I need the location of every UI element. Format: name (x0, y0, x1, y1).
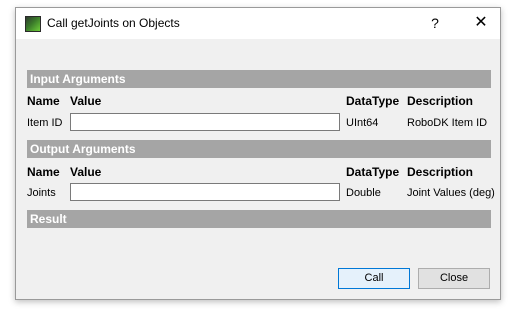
input-col-datatype: DataType (346, 94, 400, 108)
input-arg-datatype: UInt64 (346, 117, 379, 129)
output-col-description: Description (407, 165, 474, 179)
robodk-app-icon (25, 16, 41, 32)
output-col-datatype: DataType (346, 165, 400, 179)
close-icon[interactable]: ✕ (466, 12, 496, 34)
item-id-input[interactable] (70, 113, 340, 131)
output-arg-description: Joint Values (deg) (407, 187, 495, 199)
call-button[interactable]: Call (338, 268, 410, 289)
input-col-name: Name (27, 94, 60, 108)
window-title: Call getJoints on Objects (47, 16, 180, 30)
input-arg-description: RoboDK Item ID (407, 117, 488, 129)
help-button[interactable]: ? (420, 12, 450, 34)
output-arg-name: Joints (27, 187, 56, 199)
output-arg-datatype: Double (346, 187, 381, 199)
close-button[interactable]: Close (418, 268, 490, 289)
result-header: Result (27, 210, 491, 228)
input-arg-name: Item ID (27, 117, 63, 129)
output-col-name: Name (27, 165, 60, 179)
joints-input[interactable] (70, 183, 340, 201)
input-arguments-header: Input Arguments (27, 70, 491, 88)
title-bar: Call getJoints on Objects ? ✕ (16, 8, 500, 39)
call-method-dialog: Call getJoints on Objects ? ✕ Input Argu… (15, 7, 501, 300)
output-col-value: Value (70, 165, 102, 179)
input-col-description: Description (407, 94, 474, 108)
output-arguments-header: Output Arguments (27, 140, 491, 158)
input-col-value: Value (70, 94, 102, 108)
